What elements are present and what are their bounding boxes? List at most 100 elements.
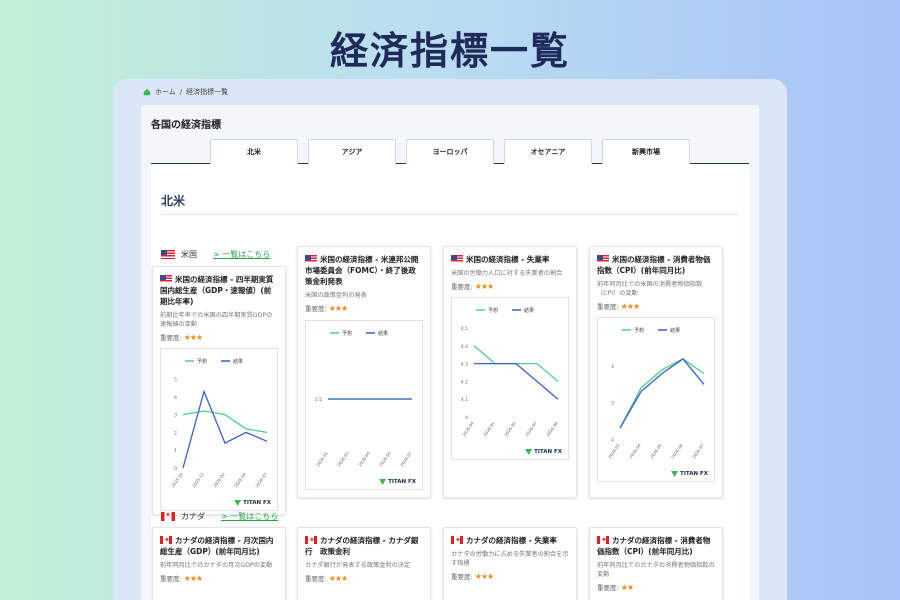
panel-title: 各国の経済指標 <box>151 120 221 131</box>
x-tick-label: 2026-06 <box>670 442 684 459</box>
y-tick-label: 4.1 <box>461 397 468 403</box>
home-icon[interactable] <box>143 88 151 96</box>
titanfx-logo: TITAN FX <box>234 500 271 506</box>
result-series-line <box>474 362 559 400</box>
indicator-card[interactable]: カナダの経済指標 - 月次国内総生産（GDP）(前年同月比) 前年同月比でのカナ… <box>152 527 286 600</box>
tab-oceania[interactable]: オセアニア <box>504 139 592 164</box>
card-title-text: 米国の経済指標 - 四半期実質国内総生産（GDP・速報値）(前期比年率) <box>160 275 274 306</box>
card-description: 米国の政策金利の発表 <box>305 292 367 299</box>
line-chart: 予想 結果 2 3 4 2026-03 2026-04 2026-05 2026-06 2026-… <box>607 327 705 459</box>
tab-asia[interactable]: アジア <box>308 139 396 164</box>
x-tick-label: 2026-07 <box>691 442 705 459</box>
tab-europe[interactable]: ヨーロッパ <box>406 139 494 164</box>
titanfx-logo: TITAN FX <box>671 471 708 477</box>
y-tick-label: 4 <box>174 395 177 401</box>
importance: 重要度: ★★ <box>597 582 715 592</box>
breadcrumb: ホーム / 経済指標一覧 <box>143 87 228 97</box>
y-tick-label: 2 <box>611 437 614 443</box>
legend-label: 結果 <box>378 330 388 337</box>
importance-label: 重要度: <box>160 334 182 342</box>
x-tick-label: 2026-07 <box>524 420 538 437</box>
indicators-panel: 各国の経済指標 北米 アジア ヨーロッパ オセアニア 新興市場 北米 米国 > … <box>141 105 759 600</box>
x-tick-label: 2026-04 <box>461 420 475 437</box>
canada-flag-icon <box>160 536 172 544</box>
titanfx-logo-icon <box>234 500 242 506</box>
card-title: カナダの経済指標 - 失業率 <box>451 535 569 546</box>
card-title-text: カナダの経済指標 - 月次国内総生産（GDP）(前年同月比) <box>160 536 274 556</box>
importance-stars: ★★★ <box>474 282 494 291</box>
x-tick-label: 2026-05 <box>649 442 663 459</box>
country-row-us: 米国 > 一覧はこちら <box>161 249 270 260</box>
breadcrumb-home[interactable]: ホーム <box>155 87 176 97</box>
importance-stars: ★★★ <box>183 333 203 342</box>
logo-text: TITAN FX <box>680 471 708 477</box>
us-flag-icon <box>160 275 172 283</box>
card-title: カナダの経済指標 - カナダ銀行 政策金利 <box>305 535 423 557</box>
importance: 重要度: ★★★ <box>597 301 715 311</box>
titanfx-logo-icon <box>379 479 387 485</box>
card-description: 前年同月比でのカナダの消費者物価指数の変動 <box>597 562 715 578</box>
legend-label: 結果 <box>670 327 680 334</box>
tab-north-america[interactable]: 北米 <box>210 139 298 164</box>
y-tick-label: 0 <box>174 466 177 472</box>
card-description: 前年同月比での米国の消費者物価指数（CPI）の変動 <box>597 281 703 297</box>
x-tick-label: 2026-05 <box>482 420 496 437</box>
us-flag-icon <box>161 250 175 259</box>
card-description: カナダ銀行が発表する政策金利の決定 <box>305 562 411 569</box>
us-flag-icon <box>597 255 609 263</box>
x-tick-label: 2026-03 <box>607 442 621 459</box>
country-row-canada: カナダ > 一覧はこちら <box>161 511 278 522</box>
card-description: カナダの労働力に占める失業者の割合を示す指標 <box>451 551 569 567</box>
legend-label: 予想 <box>488 307 498 314</box>
us-flag-icon <box>451 255 463 263</box>
x-tick-label: 2026-07 <box>399 450 413 467</box>
line-chart: 予想 結果 2.5 2026-01 2026-03 2026-04 2026-06 2026-… <box>315 330 413 467</box>
us-list-link[interactable]: > 一覧はこちら <box>213 249 270 260</box>
importance: 重要度: ★★★ <box>305 303 423 313</box>
importance-stars: ★★★ <box>183 574 203 583</box>
line-chart: 予想 結果 0 1 2 3 4 5 2025-10 2025-12 2026-02 2026-04 20… <box>170 358 268 488</box>
x-tick-label: 2025-12 <box>191 471 205 488</box>
indicator-card[interactable]: カナダの経済指標 - 消費者物価指数（CPI）(前年同月比) 前年同月比でのカナ… <box>589 527 723 600</box>
x-tick-label: 2026-06 <box>503 420 517 437</box>
x-tick-label: 2026-07 <box>254 471 268 488</box>
x-tick-label: 2026-04 <box>628 442 642 459</box>
legend-label: 予想 <box>634 327 644 334</box>
indicator-card[interactable]: カナダの経済指標 - カナダ銀行 政策金利 カナダ銀行が発表する政策金利の決定 … <box>297 527 431 600</box>
y-tick-label: 4 <box>465 415 468 421</box>
legend-label: 予想 <box>342 330 352 337</box>
importance-label: 重要度: <box>451 283 473 291</box>
breadcrumb-current: 経済指標一覧 <box>186 88 229 96</box>
tab-emerging[interactable]: 新興市場 <box>602 139 690 164</box>
y-tick-label: 1 <box>174 448 177 454</box>
card-title: カナダの経済指標 - 消費者物価指数（CPI）(前年同月比) <box>597 535 715 557</box>
x-tick-label: 2026-04 <box>357 450 371 467</box>
canada-list-link[interactable]: > 一覧はこちら <box>221 511 278 522</box>
x-tick-label: 2026-04 <box>233 471 247 488</box>
card-title-text: 米国の経済指標 - 消費者物価指数（CPI）(前年同月比) <box>597 255 711 275</box>
indicator-card[interactable]: 米国の経済指標 - 失業率 米国の労働力人口に対する失業者の割合 重要度: ★★★… <box>443 246 577 498</box>
x-tick-label: 2026-03 <box>336 450 350 467</box>
canada-flag-icon <box>451 536 463 544</box>
indicator-card[interactable]: 米国の経済指標 - 消費者物価指数（CPI）(前年同月比) 前年同月比での米国の… <box>589 246 723 498</box>
indicator-chart: 予想 結果 2 3 4 2026-03 2026-04 2026-05 2026-06 2026-… <box>597 317 715 482</box>
importance-stars: ★★★ <box>620 302 640 311</box>
region-tabs: 北米 アジア ヨーロッパ オセアニア 新興市場 <box>151 139 749 164</box>
importance-stars: ★★★ <box>328 574 348 583</box>
indicator-chart: 予想 結果 4 4.1 4.2 4.3 4.4 4.5 2026-04 2026-05 2026-0… <box>451 297 569 460</box>
indicator-card[interactable]: カナダの経済指標 - 失業率 カナダの労働力に占める失業者の割合を示す指標 重要… <box>443 527 577 600</box>
card-description: 前期比年率での米国の四半期実質GDPの速報値の変動 <box>160 312 273 328</box>
importance-label: 重要度: <box>597 303 619 311</box>
indicator-card[interactable]: 米国の経済指標 - 四半期実質国内総生産（GDP・速報値）(前期比年率) 前期比… <box>152 266 286 515</box>
y-tick-label: 4.2 <box>461 379 468 385</box>
titanfx-logo-icon <box>671 471 679 477</box>
indicator-chart: 予想 結果 0 1 2 3 4 5 2025-10 2025-12 2026-02 2026-04 20… <box>160 348 278 511</box>
indicator-card[interactable]: 米国の経済指標 - 米連邦公開市場委員会（FOMC）・終了後政策金利発表 米国の… <box>297 246 431 498</box>
breadcrumb-separator: / <box>179 88 183 96</box>
card-title: 米国の経済指標 - 米連邦公開市場委員会（FOMC）・終了後政策金利発表 <box>305 254 423 287</box>
legend-label: 結果 <box>524 307 534 314</box>
logo-text: TITAN FX <box>534 449 562 455</box>
importance: 重要度: ★★★ <box>160 332 278 342</box>
x-tick-label: 2026-02 <box>212 471 226 488</box>
y-tick-label: 3 <box>174 413 177 419</box>
